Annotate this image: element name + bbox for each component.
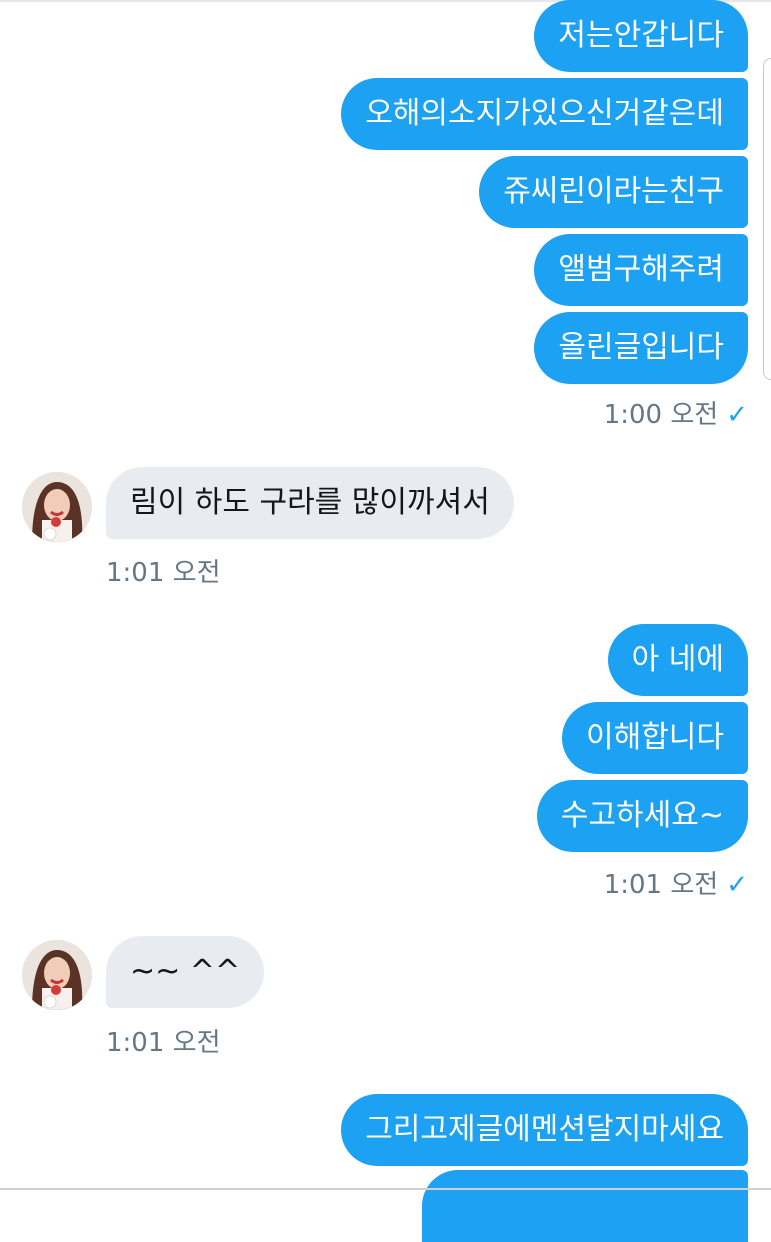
outgoing-message[interactable]: 오해의소지가있으신거같은데 xyxy=(341,78,748,150)
user-avatar[interactable] xyxy=(22,940,92,1010)
message-timestamp: 1:00 오전 ✓ xyxy=(604,394,748,431)
outgoing-message[interactable]: 저는안갑니다 xyxy=(534,0,748,72)
bottom-divider xyxy=(0,1188,771,1190)
outgoing-message[interactable]: 수고하세요~ xyxy=(536,780,748,852)
checkmark-icon: ✓ xyxy=(726,400,748,430)
outgoing-message-partial[interactable] xyxy=(422,1170,748,1242)
checkmark-icon: ✓ xyxy=(726,870,748,900)
outgoing-message[interactable]: 그리고제글에멘션달지마세요 xyxy=(341,1094,748,1166)
timestamp-text: 1:00 오전 xyxy=(603,400,719,430)
outgoing-message[interactable]: 이해합니다 xyxy=(562,702,748,774)
incoming-message[interactable]: 림이 하도 구라를 많이까셔서 xyxy=(106,467,514,539)
user-avatar[interactable] xyxy=(22,472,92,542)
timestamp-text: 1:01 오전 xyxy=(603,870,719,900)
incoming-message[interactable]: ~~ ^^ xyxy=(106,936,265,1008)
message-timestamp: 1:01 오전 xyxy=(106,1028,221,1058)
scrollbar[interactable] xyxy=(763,58,771,380)
outgoing-message[interactable]: 쥬씨린이라는친구 xyxy=(479,156,748,228)
outgoing-message[interactable]: 올린글입니다 xyxy=(534,312,748,384)
message-timestamp: 1:01 오전 ✓ xyxy=(604,864,748,901)
outgoing-message[interactable]: 앨범구해주려 xyxy=(534,234,748,306)
message-timestamp: 1:01 오전 xyxy=(106,558,221,588)
outgoing-message[interactable]: 아 네에 xyxy=(607,624,748,696)
